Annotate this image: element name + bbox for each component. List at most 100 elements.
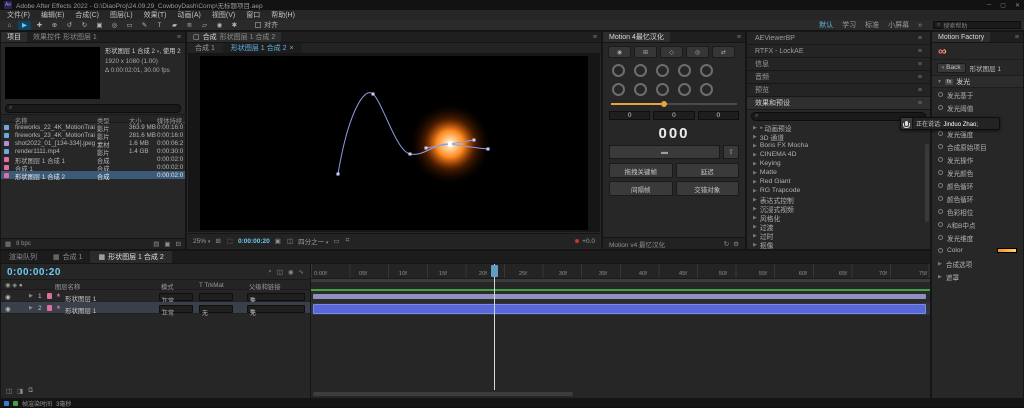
time-ruler[interactable]: 0:00f05f10f15f20f25f30f35f40f45f50f55f60… [311,264,930,279]
effect-category-row[interactable]: ▶ 过渡 [747,222,930,231]
menu-item[interactable]: 合成(C) [75,10,99,20]
motion-blur-icon[interactable]: ◉ [288,268,294,276]
expand-arrow-icon[interactable]: ▶ [753,233,757,239]
zoom-level-dropdown[interactable]: 25% ▾ [193,238,210,245]
property-toggle-icon[interactable] [938,209,943,214]
motion-value-field[interactable]: 0 [698,111,739,120]
new-folder-icon[interactable]: ▤ [153,240,159,248]
track-matte-dropdown[interactable] [199,293,233,301]
mask-visibility-icon[interactable]: ⬚ [226,237,234,245]
menu-item[interactable]: 帮助(H) [271,10,295,20]
clone-stamp-tool[interactable]: ≋ [183,21,196,30]
label-color-chip[interactable] [4,133,9,138]
expand-arrow-icon[interactable]: ▶ [938,274,942,280]
menu-item[interactable]: 图层(L) [110,10,133,20]
status-icon-green[interactable] [13,401,18,406]
project-column-headers[interactable]: 名称 类型 大小 媒体持续... [1,114,185,123]
project-item-row[interactable]: fireworks_23_4K_MotionTrail.mp4 影片 281.6… [1,131,185,139]
new-composition-icon[interactable]: ▣ [164,240,170,248]
eye-icon[interactable]: ◉ [5,305,11,313]
collapsed-panel-tab[interactable]: RTFX - LockAE ≡ [747,45,930,58]
grid-guides-icon[interactable]: ⊞ [214,237,221,245]
tab-motion[interactable]: Motion 4最忆汉化 [603,32,670,42]
motion-null-icon[interactable]: ◇ [660,46,683,58]
tab-composition[interactable]: ▢ 合成 形状图层 1 合成 2 [187,32,281,42]
effect-property-row[interactable]: 发光操作 [932,153,1023,166]
current-time-indicator-handle[interactable] [491,265,498,277]
label-color-chip[interactable] [47,305,52,311]
home-button[interactable]: ⌂ [3,21,16,30]
effect-category-row[interactable]: ▶ Keying [747,159,930,168]
effect-property-row[interactable]: 色彩相位 [932,205,1023,218]
pen-tool[interactable]: ✎ [138,21,151,30]
current-timecode[interactable]: 0:00:00:20 [7,267,61,278]
motion-dial-icon[interactable] [612,64,625,77]
motion-dial-icon[interactable] [656,64,669,77]
scrollbar[interactable] [925,144,929,222]
motion-dial-icon[interactable] [656,83,669,96]
expand-arrow-icon[interactable]: ▶ [753,179,757,185]
viewer-timecode[interactable]: 0:00:00:20 [238,238,270,245]
region-of-interest-icon[interactable]: ▭ [332,237,340,245]
tab-render-queue[interactable]: 渲染队列 [1,251,45,263]
menu-item[interactable]: 效果(T) [144,10,167,20]
layer-row[interactable]: ◉ ▶ 1 ★ 形状图层 1 正常▾ ◎无▾ [1,290,310,302]
motion-value-field[interactable]: 0 [609,111,650,120]
expand-arrow-icon[interactable]: ▶ [753,215,757,221]
effect-category-row[interactable]: ▶ Matte [747,168,930,177]
property-toggle-icon[interactable] [938,183,943,188]
project-item-row[interactable]: 形状图层 1 合成 1 合成 0:00:02:0 [1,155,185,163]
expand-arrow-icon[interactable]: ▶ [753,134,757,140]
expand-arrow-icon[interactable]: ▶ [753,170,757,176]
menu-item[interactable]: 视图(V) [212,10,235,20]
parent-link-dropdown[interactable]: ◎无▾ [247,305,305,313]
label-color-chip[interactable] [4,149,9,154]
property-toggle-icon[interactable] [938,105,943,110]
close-icon[interactable]: × [289,45,293,52]
color-swatch[interactable] [997,248,1017,253]
workspace-tab-learn[interactable]: 学习 [842,20,856,30]
menu-item[interactable]: 动画(A) [178,10,201,20]
project-item-row[interactable]: fireworks_22_4K_MotionTrail.mp4 影片 363.9… [1,123,185,131]
workspace-tab-small-screen[interactable]: 小屏幕 [888,20,909,30]
property-toggle-icon[interactable] [938,144,943,149]
effect-property-row[interactable]: 合成原始项目 [932,140,1023,153]
effect-property-row[interactable]: 发光颜色 [932,166,1023,179]
roto-brush-tool[interactable]: ◉ [213,21,226,30]
collapsed-panel-tab[interactable]: AEViewerBP ≡ [747,32,930,45]
effect-category-row[interactable]: ▶ CINEMA 4D [747,150,930,159]
effect-category-row[interactable]: ▶ 过时 [747,231,930,240]
menu-item[interactable]: 文件(F) [7,10,30,20]
workspace-tab-standard[interactable]: 标准 [865,20,879,30]
refresh-icon[interactable]: ↻ [724,240,729,248]
selection-tool[interactable]: ▶ [18,21,31,30]
property-toggle-icon[interactable] [938,248,943,253]
effect-property-row[interactable]: 发光基于 [932,88,1023,101]
expand-arrow-icon[interactable]: ▶ [753,197,757,203]
project-item-row[interactable]: 形状图层 1 合成 2 合成 0:00:02:0 [1,171,185,179]
transparency-grid-icon[interactable]: ⌗ [345,237,351,245]
expand-arrow-icon[interactable]: ▶ [753,242,757,248]
comp-tab-comp1[interactable]: 合成 1 [187,43,223,53]
label-color-chip[interactable] [4,157,9,162]
gear-icon[interactable]: ⚙ [733,240,739,248]
expand-layer-switches-icon[interactable]: ◫ [6,387,12,395]
horizontal-scrollbar[interactable] [313,392,573,396]
collapsed-panel-tab[interactable]: 信息 ≡ [747,58,930,71]
panel-menu-icon[interactable]: ≡ [589,32,601,42]
property-toggle-icon[interactable] [938,222,943,227]
expand-arrow-icon[interactable]: ▼ [937,79,942,85]
tab-motion-factory[interactable]: Motion Factory [932,32,990,42]
puppet-tool[interactable]: ✱ [228,21,241,30]
expand-arrow-icon[interactable]: ▶ [753,143,757,149]
effect-category-row[interactable]: ▶ 风格化 [747,213,930,222]
property-toggle-icon[interactable] [938,92,943,97]
layer-duration-bar[interactable] [313,294,926,299]
track-matte-dropdown[interactable]: 无 [199,305,233,313]
motion-dial-icon[interactable] [612,83,625,96]
effect-category-row[interactable]: ▶ Red Giant [747,177,930,186]
expand-arrow-icon[interactable]: ▶ [753,161,757,167]
layer-duration-bar-selected[interactable] [313,304,926,314]
project-item-row[interactable]: shot2022_01_[134-334].jpeg 素材 1.6 MB 0:0… [1,139,185,147]
timeline-search-icon[interactable]: ⌕ [268,268,272,276]
